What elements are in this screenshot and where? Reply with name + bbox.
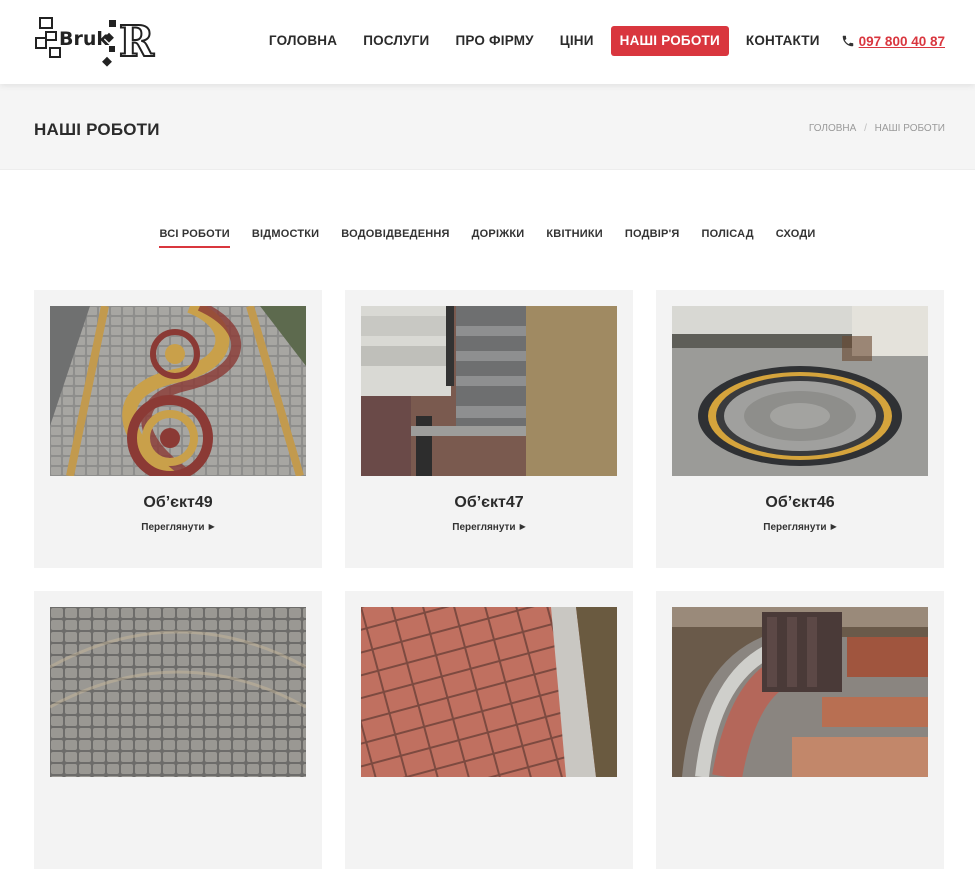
work-card[interactable]: Об’єкт49 Переглянути ▶ — [34, 290, 322, 568]
nav-services[interactable]: ПОСЛУГИ — [350, 26, 442, 56]
caret-right-icon: ▶ — [208, 522, 215, 531]
view-link[interactable]: Переглянути ▶ — [656, 522, 944, 533]
work-image-red-brick-path[interactable] — [361, 607, 617, 777]
phone-link[interactable]: 097 800 40 87 — [859, 34, 945, 49]
svg-text:R: R — [119, 17, 155, 66]
caret-right-icon: ▶ — [519, 522, 526, 531]
filter-palisade[interactable]: ПОЛІСАД — [702, 228, 754, 248]
svg-text:Bruk: Bruk — [59, 28, 109, 50]
phone-block: 097 800 40 87 — [841, 34, 945, 49]
nav-about[interactable]: ПРО ФІРМУ — [442, 26, 546, 56]
filter-yards[interactable]: ПОДВІР'Я — [625, 228, 680, 248]
filter-paths[interactable]: ДОРІЖКИ — [472, 228, 525, 248]
work-image-wave-pattern[interactable] — [50, 306, 306, 476]
site-header: Bruk R ГОЛОВНА ПОСЛУГИ ПРО ФІРМУ ЦІНИ НА… — [0, 0, 975, 84]
portfolio-filters: ВСІ РОБОТИ ВІДМОСТКИ ВОДОВІДВЕДЕННЯ ДОРІ… — [0, 228, 975, 248]
work-image-curved-steps-planter[interactable] — [672, 607, 928, 777]
main-nav: ГОЛОВНА ПОСЛУГИ ПРО ФІРМУ ЦІНИ НАШІ РОБО… — [256, 26, 945, 56]
view-link-label: Переглянути — [452, 522, 516, 533]
nav-prices[interactable]: ЦІНИ — [547, 26, 607, 56]
caret-right-icon: ▶ — [830, 522, 837, 531]
filter-vidmostky[interactable]: ВІДМОСТКИ — [252, 228, 319, 248]
filter-stairs[interactable]: СХОДИ — [776, 228, 816, 248]
page-title: НАШІ РОБОТИ — [34, 120, 160, 139]
work-card[interactable] — [345, 591, 633, 869]
breadcrumb: ГОЛОВНА / НАШІ РОБОТИ — [809, 123, 945, 134]
filter-drainage[interactable]: ВОДОВІДВЕДЕННЯ — [341, 228, 449, 248]
view-link[interactable]: Переглянути ▶ — [34, 522, 322, 533]
work-card[interactable]: Об’єкт46 Переглянути ▶ — [656, 290, 944, 568]
work-card[interactable] — [34, 591, 322, 869]
nav-home[interactable]: ГОЛОВНА — [256, 26, 350, 56]
work-image-circle-pattern[interactable] — [672, 306, 928, 476]
breadcrumb-home[interactable]: ГОЛОВНА — [809, 123, 856, 134]
filter-all[interactable]: ВСІ РОБОТИ — [159, 228, 230, 248]
site-logo[interactable]: Bruk R — [34, 12, 162, 70]
page-title-bar: НАШІ РОБОТИ ГОЛОВНА / НАШІ РОБОТИ — [0, 84, 975, 170]
work-image-cobblestone-arcs[interactable] — [50, 607, 306, 777]
breadcrumb-separator: / — [864, 123, 867, 134]
work-card[interactable] — [656, 591, 944, 869]
nav-our-works[interactable]: НАШІ РОБОТИ — [610, 26, 729, 56]
nav-contacts[interactable]: КОНТАКТИ — [733, 26, 833, 56]
phone-icon — [842, 35, 853, 47]
view-link[interactable]: Переглянути ▶ — [345, 522, 633, 533]
work-card[interactable]: Об’єкт47 Переглянути ▶ — [345, 290, 633, 568]
view-link-label: Переглянути — [763, 522, 827, 533]
work-image-steps-drain[interactable] — [361, 306, 617, 476]
work-title: Об’єкт49 — [143, 494, 213, 511]
filter-flowerbeds[interactable]: КВІТНИКИ — [546, 228, 603, 248]
work-title: Об’єкт46 — [765, 494, 835, 511]
breadcrumb-current: НАШІ РОБОТИ — [874, 123, 945, 134]
view-link-label: Переглянути — [141, 522, 205, 533]
work-title: Об’єкт47 — [454, 494, 524, 511]
